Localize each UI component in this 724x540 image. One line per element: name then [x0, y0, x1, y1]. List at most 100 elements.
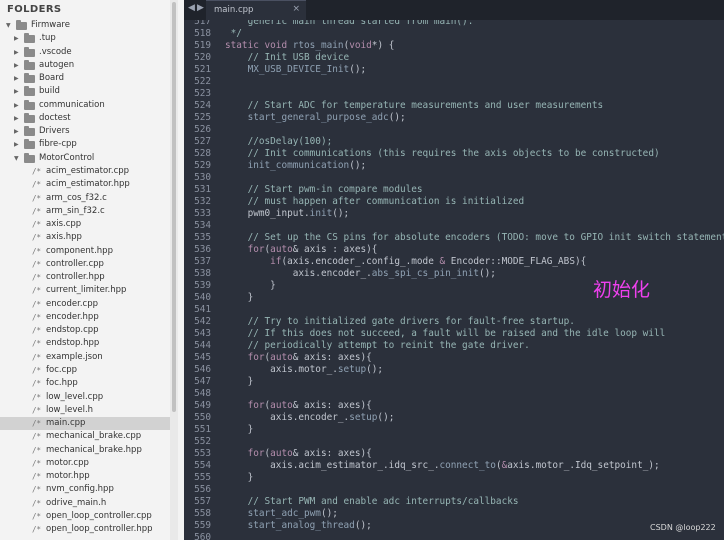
code-line[interactable]: // Start ADC for temperature measurement… [225, 100, 604, 112]
code-token: Encoder::MODE_FLAG_ABS){ [445, 256, 587, 267]
code-line[interactable]: } [225, 424, 254, 436]
file-item[interactable]: /* arm_sin_f32.c [0, 205, 170, 218]
folder-item[interactable]: ▼ MotorControl [0, 152, 170, 165]
code-line[interactable]: // Start pwm-in compare modules [225, 184, 423, 196]
file-item[interactable]: /* mechanical_brake.cpp [0, 430, 170, 443]
code-line[interactable]: } [225, 376, 254, 388]
code-line[interactable]: generic main thread started from main(). [225, 20, 474, 28]
chevron-right-icon[interactable]: ▶ [14, 46, 19, 59]
chevron-down-icon[interactable]: ▼ [6, 19, 11, 32]
code-token: // Start pwm-in compare modules [225, 184, 423, 195]
file-item[interactable]: /* endstop.cpp [0, 324, 170, 337]
chevron-right-icon[interactable]: ▶ [14, 32, 19, 45]
code-token: static [225, 40, 265, 51]
code-line[interactable]: // Init communications (this requires th… [225, 148, 660, 160]
code-line[interactable]: axis.encoder_.abs_spi_cs_pin_init(); [225, 268, 496, 280]
folder-item[interactable]: ▶ Drivers [0, 125, 170, 138]
folder-item[interactable]: ▶ fibre-cpp [0, 138, 170, 151]
folder-item[interactable]: ▶ .vscode [0, 46, 170, 59]
code-line[interactable]: for(auto& axis: axes){ [225, 400, 372, 412]
folder-item[interactable]: ▶ communication [0, 99, 170, 112]
code-line[interactable]: init_communication(); [225, 160, 367, 172]
folder-item[interactable]: ▼ Firmware [0, 19, 170, 32]
code-line[interactable]: // Set up the CS pins for absolute encod… [225, 232, 724, 244]
file-item[interactable]: /* open_loop_controller.hpp [0, 523, 170, 536]
file-item[interactable]: /* encoder.cpp [0, 298, 170, 311]
file-item[interactable]: /* odrive_main.h [0, 497, 170, 510]
code-line[interactable]: for(auto& axis: axes){ [225, 352, 372, 364]
code-line[interactable]: // must happen after communication is in… [225, 196, 525, 208]
folder-item[interactable]: ▶ build [0, 85, 170, 98]
chevron-right-icon[interactable]: ▶ [14, 72, 19, 85]
code-line[interactable]: axis.acim_estimator_.idq_src_.connect_to… [225, 460, 660, 472]
tab-nav-right-icon[interactable]: ▶ [197, 3, 204, 13]
file-item[interactable]: /* motor.cpp [0, 457, 170, 470]
code-line[interactable]: // Init USB device [225, 52, 350, 64]
tree-item-label: .tup [39, 33, 56, 44]
file-item[interactable]: /* open_loop_controller.cpp [0, 510, 170, 523]
file-item[interactable]: /* axis.hpp [0, 231, 170, 244]
line-number: 544 [194, 340, 211, 351]
code-token: // Try to initialized gate drivers for f… [225, 316, 575, 327]
tab-main-cpp[interactable]: main.cpp × [206, 0, 306, 20]
code-line[interactable]: for(auto& axis: axes){ [225, 448, 372, 460]
code-token: (); [354, 520, 372, 531]
file-item[interactable]: /* low_level.h [0, 404, 170, 417]
code-line[interactable]: // Start PWM and enable adc interrupts/c… [225, 496, 519, 508]
code-line[interactable]: static void rtos_main(void*) { [225, 40, 394, 52]
code-line[interactable]: start_general_purpose_adc(); [225, 112, 406, 124]
code-line[interactable]: pwm0_input.init(); [225, 208, 350, 220]
file-item[interactable]: /* nvm_config.hpp [0, 483, 170, 496]
code-line[interactable]: for(auto& axis : axes){ [225, 244, 378, 256]
folder-item[interactable]: ▶ autogen [0, 59, 170, 72]
file-item[interactable]: /* foc.cpp [0, 364, 170, 377]
code-line[interactable]: //osDelay(100); [225, 136, 333, 148]
chevron-down-icon[interactable]: ▼ [14, 152, 19, 165]
tab-nav-left-icon[interactable]: ◀ [188, 3, 195, 13]
code-line[interactable]: } [225, 280, 276, 292]
file-item[interactable]: /* endstop.hpp [0, 337, 170, 350]
code-line[interactable]: start_adc_pwm(); [225, 508, 338, 520]
code-line[interactable]: // Try to initialized gate drivers for f… [225, 316, 575, 328]
file-item[interactable]: /* mechanical_brake.hpp [0, 444, 170, 457]
file-item[interactable]: /* controller.cpp [0, 258, 170, 271]
sidebar-scrollbar[interactable] [170, 0, 178, 540]
folder-icon [24, 126, 35, 137]
chevron-right-icon[interactable]: ▶ [14, 99, 19, 112]
file-item[interactable]: /* current_limiter.hpp [0, 284, 170, 297]
file-item[interactable]: /* foc.hpp [0, 377, 170, 390]
chevron-right-icon[interactable]: ▶ [14, 112, 19, 125]
file-item[interactable]: /* acim_estimator.cpp [0, 165, 170, 178]
file-item[interactable]: /* axis.cpp [0, 218, 170, 231]
folder-item[interactable]: ▶ .tup [0, 32, 170, 45]
code-line[interactable]: */ [225, 28, 242, 40]
code-line[interactable]: } [225, 292, 254, 304]
file-item[interactable]: /* controller.hpp [0, 271, 170, 284]
file-item[interactable]: /* low_level.cpp [0, 391, 170, 404]
file-item[interactable]: /* component.hpp [0, 245, 170, 258]
code-line[interactable]: axis.motor_.setup(); [225, 364, 383, 376]
chevron-right-icon[interactable]: ▶ [14, 138, 19, 151]
file-item[interactable]: /* motor.hpp [0, 470, 170, 483]
code-line[interactable]: if(axis.encoder_.config_.mode & Encoder:… [225, 256, 586, 268]
code-line[interactable]: start_analog_thread(); [225, 520, 372, 532]
code-line[interactable]: } [225, 472, 254, 484]
code-line[interactable]: // periodically attempt to reinit the ga… [225, 340, 530, 352]
close-icon[interactable]: × [292, 4, 300, 14]
chevron-right-icon[interactable]: ▶ [14, 125, 19, 138]
chevron-right-icon[interactable]: ▶ [14, 59, 19, 72]
folder-item[interactable]: ▶ Board [0, 72, 170, 85]
file-item[interactable]: /* main.cpp [0, 417, 170, 431]
code-line[interactable]: // If this does not succeed, a fault wil… [225, 328, 666, 340]
code-line[interactable]: MX_USB_DEVICE_Init(); [225, 64, 367, 76]
file-item[interactable]: /* example.json [0, 351, 170, 364]
file-item[interactable]: /* arm_cos_f32.c [0, 192, 170, 205]
chevron-right-icon[interactable]: ▶ [14, 85, 19, 98]
file-item[interactable]: /* acim_estimator.hpp [0, 178, 170, 191]
file-item[interactable]: /* encoder.hpp [0, 311, 170, 324]
scrollbar-thumb[interactable] [172, 2, 176, 412]
line-number: 538 [194, 268, 211, 279]
folder-item[interactable]: ▶ doctest [0, 112, 170, 125]
code-line[interactable]: axis.encoder_.setup(); [225, 412, 394, 424]
